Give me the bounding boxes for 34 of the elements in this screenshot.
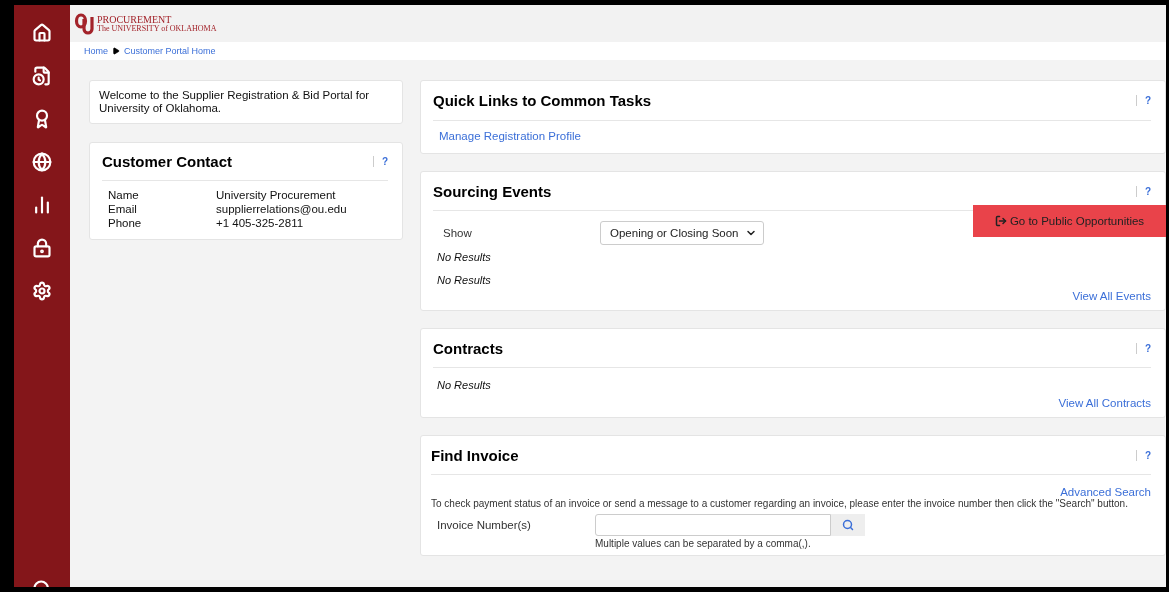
help-link[interactable]: ?	[1135, 185, 1151, 197]
card-title: Customer Contact	[102, 153, 232, 170]
card-title: Quick Links to Common Tasks	[433, 92, 652, 109]
logo-subtitle: The UNIVERSITY of OKLAHOMA	[97, 24, 217, 33]
no-results-text: No Results	[436, 273, 492, 286]
contact-value: +1 405-325-2811	[216, 217, 305, 229]
show-dropdown[interactable]: Opening or Closing Soon	[600, 221, 764, 245]
field-hint: Multiple values can be separated by a comma(,).	[594, 537, 812, 549]
logo-title: PROCUREMENT	[97, 14, 173, 25]
quick-link[interactable]: Manage Registration Profile	[439, 130, 581, 142]
view-all-events-link[interactable]: View All Events	[1072, 290, 1151, 302]
help-link[interactable]: ?	[1135, 449, 1151, 461]
contact-label: Email	[108, 203, 138, 215]
card-title: Contracts	[433, 339, 503, 357]
help-link[interactable]: ?	[372, 156, 388, 167]
help-link[interactable]: ?	[1135, 342, 1151, 354]
help-link[interactable]: ?	[1135, 95, 1151, 106]
card-title: Find Invoice	[431, 446, 519, 464]
breadcrumb-link[interactable]: Customer Portal Home	[124, 46, 216, 56]
invoice-number-label: Invoice Number(s)	[437, 519, 532, 531]
public-opportunities-button[interactable]: Go to Public Opportunities	[973, 205, 1166, 237]
show-label: Show	[443, 227, 473, 239]
view-all-contracts-link[interactable]: View All Contracts	[1058, 397, 1151, 409]
invoice-instructions: To check payment status of an invoice or send a message to a customer regarding an invoice, please enter the invoice number then click the "Search" button.	[431, 498, 1129, 510]
welcome-message: Welcome to the Supplier Registration & Bid Portal for University of Oklahoma.	[89, 80, 403, 124]
advanced-search-link[interactable]: Advanced Search	[1060, 486, 1151, 498]
no-results-text: No Results	[436, 378, 492, 391]
contact-label: Name	[108, 189, 140, 201]
no-results-text: No Results	[436, 250, 492, 263]
contact-value: University Procurement	[216, 189, 337, 201]
contact-label: Phone	[108, 217, 143, 229]
card-title: Sourcing Events	[433, 182, 552, 200]
contact-value: supplierrelations@ou.edu	[216, 203, 348, 215]
breadcrumb-link[interactable]: Home	[84, 46, 108, 56]
